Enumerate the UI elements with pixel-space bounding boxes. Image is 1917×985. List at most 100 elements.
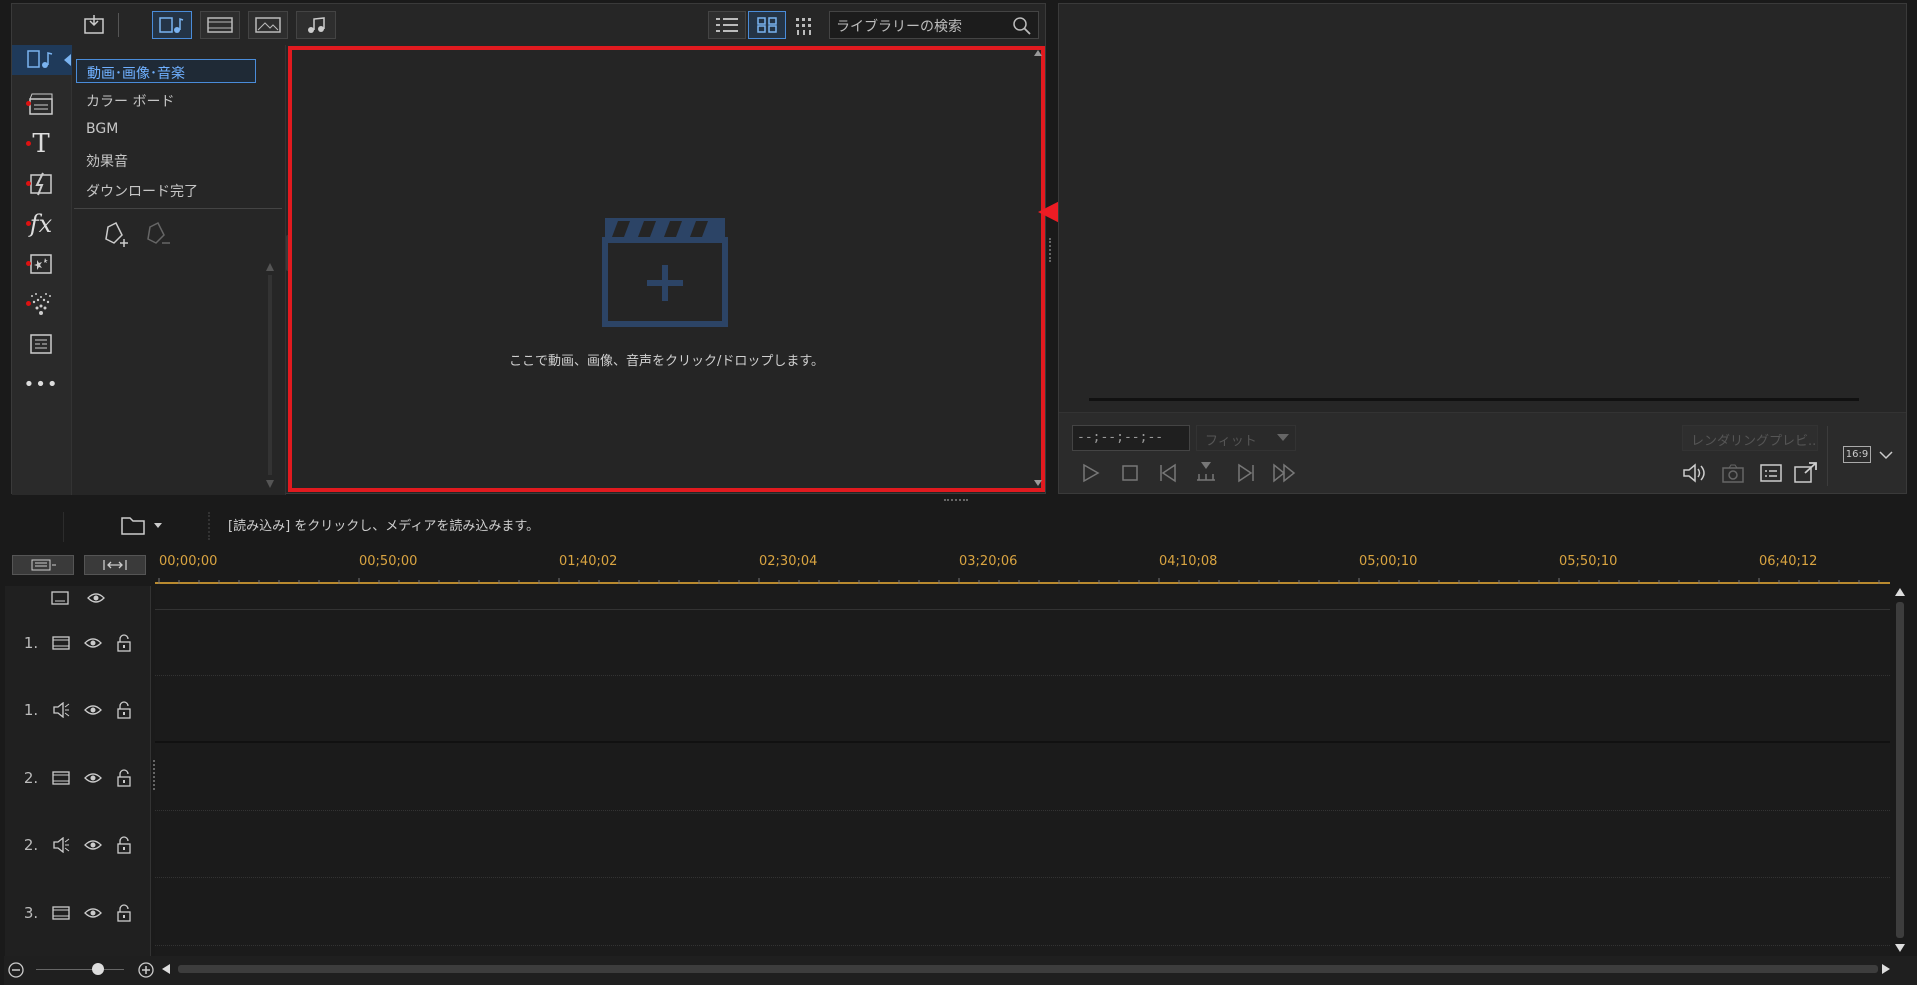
- image-icon: [255, 17, 281, 33]
- category-scrollbar[interactable]: [266, 263, 274, 488]
- previous-frame-icon[interactable]: [1157, 462, 1179, 484]
- eye-icon[interactable]: [84, 637, 103, 649]
- track-row[interactable]: [155, 610, 1890, 676]
- media-filter-icon: [159, 17, 184, 33]
- render-preview-button[interactable]: レンダリングプレビ...: [1682, 425, 1818, 451]
- filter-all-media-button[interactable]: [152, 11, 192, 39]
- split-marker-icon[interactable]: [1195, 460, 1217, 484]
- particle-icon: [31, 293, 51, 315]
- track-splitter[interactable]: [153, 760, 156, 790]
- aspect-chevron-down-icon[interactable]: [1879, 450, 1893, 460]
- music-icon: [308, 17, 325, 33]
- folder-dropdown[interactable]: [120, 514, 166, 536]
- play-icon[interactable]: [1079, 462, 1101, 484]
- particle-room-button[interactable]: [24, 287, 58, 321]
- list-view-button[interactable]: [708, 11, 746, 39]
- remove-tag-icon[interactable]: [144, 221, 172, 251]
- timeline-view-button[interactable]: [12, 555, 74, 575]
- search-icon[interactable]: [1012, 16, 1032, 36]
- fit-width-icon: [103, 560, 127, 570]
- search-placeholder: ライブラリーの検索: [836, 19, 962, 35]
- more-rooms-icon[interactable]: •••: [24, 367, 58, 401]
- timeline-vertical-scrollbar[interactable]: [1893, 586, 1907, 956]
- zoom-slider-thumb[interactable]: [92, 963, 104, 975]
- transition-room-button[interactable]: [24, 167, 58, 201]
- media-drop-zone[interactable]: ここで動画、画像、音声をクリック/ドロップします。: [288, 46, 1045, 492]
- next-frame-icon[interactable]: [1235, 462, 1257, 484]
- horizontal-splitter[interactable]: [944, 499, 968, 503]
- zoom-slider-track[interactable]: [36, 969, 124, 970]
- volume-icon[interactable]: [1681, 462, 1707, 484]
- library-search-input[interactable]: ライブラリーの検索: [829, 11, 1039, 39]
- track-row[interactable]: [155, 880, 1890, 946]
- library-panel: ライブラリーの検索 T fx ••• 動画･画像･音楽 カラー ボード BGM …: [11, 3, 1046, 495]
- track-row[interactable]: [155, 677, 1890, 743]
- panel-splitter[interactable]: [1049, 238, 1053, 262]
- zoom-out-icon[interactable]: [8, 962, 24, 978]
- ruler-label: 04;10;08: [1159, 554, 1218, 569]
- fast-forward-icon[interactable]: [1271, 462, 1299, 484]
- undock-preview-icon[interactable]: [1793, 461, 1819, 485]
- active-room-pointer: [64, 54, 71, 66]
- eye-icon[interactable]: [84, 704, 103, 716]
- lock-icon[interactable]: [116, 769, 132, 787]
- category-sound-effects[interactable]: 効果音: [86, 151, 128, 171]
- zoom-in-icon[interactable]: [138, 962, 154, 978]
- pip-room-button[interactable]: [24, 247, 58, 281]
- track-row[interactable]: [155, 745, 1890, 811]
- add-tag-icon[interactable]: [102, 221, 130, 251]
- timeline-horizontal-scrollbar[interactable]: [178, 965, 1878, 973]
- title-room-button[interactable]: [24, 87, 58, 121]
- template-icon: [30, 334, 52, 354]
- aspect-ratio-badge[interactable]: 16:9: [1843, 446, 1871, 463]
- track-row[interactable]: [155, 812, 1890, 878]
- lock-icon[interactable]: [116, 904, 132, 922]
- category-media[interactable]: 動画･画像･音楽: [76, 59, 256, 83]
- snapshot-icon[interactable]: [1721, 462, 1745, 484]
- filter-music-button[interactable]: [296, 11, 336, 39]
- ruler-label: 05;50;10: [1559, 554, 1618, 569]
- video-track-icon: [52, 771, 70, 785]
- timecode-field[interactable]: --;--;--;--: [1072, 425, 1190, 451]
- filter-image-button[interactable]: [248, 11, 288, 39]
- category-bgm[interactable]: BGM: [86, 121, 118, 137]
- eye-icon[interactable]: [84, 907, 103, 919]
- import-icon[interactable]: [82, 13, 108, 37]
- text-room-button[interactable]: T: [24, 127, 58, 161]
- subtitle-icon[interactable]: [1759, 462, 1783, 484]
- scroll-left-icon[interactable]: [160, 963, 172, 975]
- timeline-view-icon: [31, 559, 56, 571]
- status-message: [読み込み] をクリックし、メディアを読み込みます。: [228, 519, 540, 534]
- lock-icon[interactable]: [116, 701, 132, 719]
- eye-icon[interactable]: [84, 772, 103, 784]
- fit-timeline-button[interactable]: [84, 555, 146, 575]
- transition-icon: [30, 172, 52, 196]
- grid-view-button[interactable]: [748, 11, 786, 39]
- ruler-label: 05;00;10: [1359, 554, 1418, 569]
- master-track-header: [5, 588, 151, 608]
- lock-icon[interactable]: [116, 836, 132, 854]
- text-t-icon: T: [32, 129, 50, 159]
- effect-room-button[interactable]: fx: [24, 207, 58, 241]
- eye-icon[interactable]: [84, 839, 103, 851]
- lock-icon[interactable]: [116, 634, 132, 652]
- stop-icon[interactable]: [1119, 462, 1141, 484]
- media-room-button[interactable]: [24, 45, 58, 75]
- list-view-icon: [716, 18, 738, 32]
- sort-icon[interactable]: [794, 16, 816, 36]
- clapper-icon: [29, 93, 53, 115]
- category-divider: [74, 208, 282, 209]
- category-color-board[interactable]: カラー ボード: [86, 91, 174, 111]
- preview-seekbar[interactable]: [1089, 398, 1859, 401]
- timeline-ruler[interactable]: 00;00;00 00;50;00 01;40;02 02;30;04 03;2…: [155, 550, 1890, 584]
- fit-select[interactable]: フィット: [1196, 425, 1296, 451]
- rail-indicator: [26, 181, 31, 186]
- template-room-button[interactable]: [24, 327, 58, 361]
- monitor-icon[interactable]: [51, 591, 69, 605]
- category-downloads[interactable]: ダウンロード完了: [86, 181, 198, 201]
- filter-video-button[interactable]: [200, 11, 240, 39]
- scroll-right-icon[interactable]: [1880, 963, 1892, 975]
- folder-icon: [121, 517, 162, 535]
- eye-icon[interactable]: [87, 592, 105, 604]
- track-header: 2.: [5, 812, 151, 878]
